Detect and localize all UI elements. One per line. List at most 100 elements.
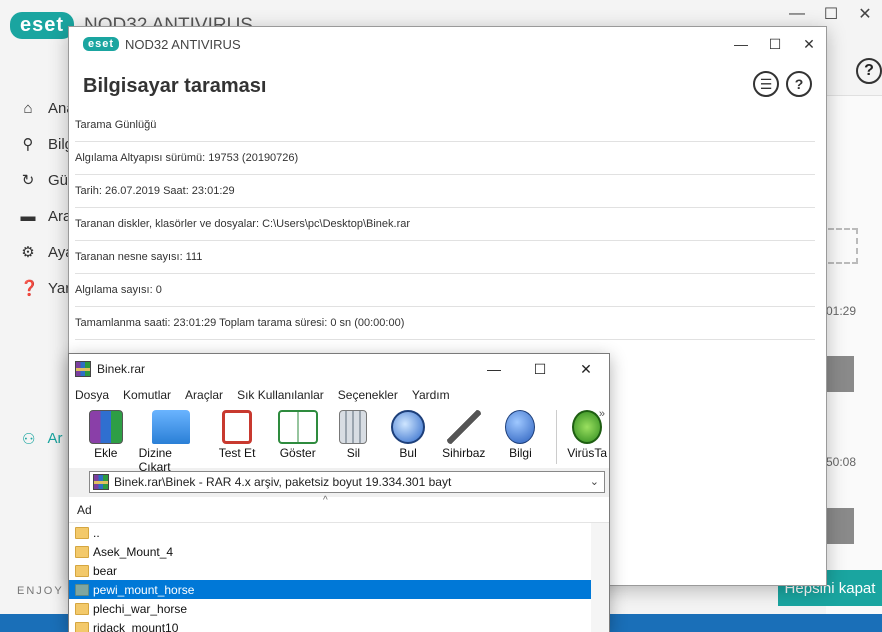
log-row: Tarama Günlüğü bbox=[75, 109, 815, 142]
eset-main-help-button[interactable]: ? bbox=[856, 58, 882, 84]
scan-time-2: 50:08 bbox=[826, 455, 857, 469]
list-view-icon[interactable]: ☰ bbox=[753, 71, 779, 97]
info-icon: ⚇ bbox=[22, 431, 36, 448]
sidebar-item-home[interactable]: ⌂ Ana bbox=[20, 90, 74, 126]
sidebar-item-footer[interactable]: ⚇ Ar bbox=[22, 430, 62, 448]
winrar-app-icon bbox=[75, 361, 91, 377]
trash-icon bbox=[339, 410, 368, 444]
log-row: Taranan nesne sayısı: 111 bbox=[75, 241, 815, 274]
add-archive-icon bbox=[88, 410, 123, 444]
sidebar-item-label: Ar bbox=[47, 430, 63, 447]
list-item-label: pewi_mount_horse bbox=[93, 582, 195, 597]
search-icon: ⚲ bbox=[22, 136, 34, 153]
column-header-name[interactable]: Ad ^ bbox=[69, 495, 609, 523]
toolbar-overflow-icon[interactable]: » bbox=[599, 408, 605, 420]
extract-folder-icon bbox=[152, 410, 191, 444]
sidebar-item-settings[interactable]: ⚙ Aya bbox=[20, 234, 75, 270]
gear-icon: ⚙ bbox=[21, 244, 35, 261]
scan-window-controls: — ☐ ✕ bbox=[724, 27, 826, 61]
toolbar-label: Bilgi bbox=[509, 446, 532, 460]
folder-icon bbox=[75, 545, 89, 558]
archive-path-dropdown[interactable]: Binek.rar\Binek - RAR 4.x arşiv, paketsi… bbox=[89, 471, 605, 493]
question-icon: ❓ bbox=[20, 280, 39, 297]
add-button[interactable]: Ekle bbox=[73, 410, 139, 460]
list-item[interactable]: bear bbox=[69, 561, 609, 580]
folder-icon bbox=[75, 526, 89, 539]
scan-maximize-button[interactable]: ☐ bbox=[758, 27, 792, 61]
menu-yardim[interactable]: Yardım bbox=[412, 388, 450, 402]
winrar-close-button[interactable]: ✕ bbox=[563, 354, 609, 384]
list-item[interactable]: Asek_Mount_4 bbox=[69, 542, 609, 561]
toolbar-label: Göster bbox=[279, 446, 316, 460]
home-icon: ⌂ bbox=[23, 99, 33, 117]
toolbar-label: Sihirbaz bbox=[442, 446, 486, 460]
list-item-label: .. bbox=[93, 525, 100, 540]
log-row: Taranan diskler, klasörler ve dosyalar: … bbox=[75, 208, 815, 241]
refresh-icon: ↻ bbox=[21, 172, 35, 189]
list-item-selected[interactable]: pewi_mount_horse bbox=[69, 580, 607, 599]
extract-button[interactable]: Dizine Çıkart bbox=[139, 410, 205, 474]
scan-minimize-button[interactable]: — bbox=[724, 27, 758, 61]
test-button[interactable]: Test Et bbox=[204, 410, 270, 460]
sidebar-item-label: Gü bbox=[48, 171, 69, 189]
winrar-window: Binek.rar — ☐ ✕ Dosya Komutlar Araçlar S… bbox=[68, 353, 610, 632]
list-item[interactable]: ridack_mount10 bbox=[69, 618, 609, 632]
sidebar-item-help[interactable]: ❓ Yar bbox=[20, 270, 75, 306]
winrar-pathbar: Binek.rar\Binek - RAR 4.x arşiv, paketsi… bbox=[69, 468, 609, 496]
dashed-drop-area bbox=[828, 228, 858, 264]
delete-button[interactable]: Sil bbox=[326, 410, 382, 460]
list-item-label: plechi_war_horse bbox=[93, 601, 188, 616]
winrar-maximize-button[interactable]: ☐ bbox=[517, 354, 563, 384]
menu-dosya[interactable]: Dosya bbox=[75, 388, 109, 402]
scan-time-1: 01:29 bbox=[826, 304, 857, 318]
scan-action-button-2[interactable] bbox=[826, 508, 854, 544]
menu-secenekler[interactable]: Seçenekler bbox=[338, 388, 398, 402]
folder-icon bbox=[75, 564, 89, 577]
log-row: Algılama sayısı: 0 bbox=[75, 274, 815, 307]
log-row: Algılama Altyapısı sürümü: 19753 (201907… bbox=[75, 142, 815, 175]
menu-araclar[interactable]: Araçlar bbox=[185, 388, 223, 402]
toolbar-label: Test Et bbox=[218, 446, 256, 460]
folder-icon bbox=[75, 621, 89, 632]
winrar-toolbar: Ekle Dizine Çıkart Test Et Göster Sil Bu… bbox=[69, 406, 609, 474]
eset-logo: eset bbox=[83, 37, 120, 51]
menu-sik-kullanilanlar[interactable]: Sık Kullanılanlar bbox=[237, 388, 324, 402]
eset-main-close-button[interactable]: ✕ bbox=[848, 0, 882, 28]
sidebar-item-tools[interactable]: ▬ Ara bbox=[20, 198, 75, 234]
list-item[interactable]: plechi_war_horse bbox=[69, 599, 609, 618]
scan-close-button[interactable]: ✕ bbox=[792, 27, 826, 61]
sidebar-item-update[interactable]: ↻ Gü bbox=[20, 162, 75, 198]
toolbar-label: Bul bbox=[399, 446, 417, 460]
winrar-window-controls: — ☐ ✕ bbox=[471, 354, 609, 384]
eset-main-maximize-button[interactable]: ☐ bbox=[814, 0, 848, 28]
list-item-label: Asek_Mount_4 bbox=[93, 544, 174, 559]
list-item[interactable]: .. bbox=[69, 523, 609, 542]
scan-action-button-1[interactable] bbox=[826, 356, 854, 392]
find-button[interactable]: Bul bbox=[381, 410, 435, 460]
wizard-wand-icon bbox=[446, 410, 481, 444]
eset-main-minimize-button[interactable]: — bbox=[780, 0, 814, 28]
scan-window-titlebar[interactable]: eset NOD32 ANTIVIRUS bbox=[69, 27, 826, 61]
list-item-label: ridack_mount10 bbox=[93, 620, 179, 632]
help-button[interactable]: ? bbox=[786, 71, 812, 97]
column-header-label: Ad bbox=[77, 502, 92, 517]
winrar-minimize-button[interactable]: — bbox=[471, 354, 517, 384]
file-list-scrollbar[interactable] bbox=[591, 523, 609, 632]
toolbar-label: VirüsTa bbox=[567, 446, 608, 460]
eset-logo: eset bbox=[10, 12, 75, 39]
eset-main-sidebar: ⌂ Ana ⚲ Bilg ↻ Gü ▬ Ara ⚙ Aya ❓ Yar bbox=[20, 90, 75, 306]
chevron-down-icon[interactable]: ⌄ bbox=[590, 475, 599, 488]
sort-arrow-icon: ^ bbox=[323, 495, 328, 506]
virus-scan-icon bbox=[572, 410, 603, 444]
toolbar-label: Ekle bbox=[94, 446, 118, 460]
folder-icon bbox=[75, 583, 89, 596]
winrar-title: Binek.rar bbox=[97, 362, 146, 376]
wizard-button[interactable]: Sihirbaz bbox=[435, 410, 493, 460]
view-button[interactable]: Göster bbox=[270, 410, 326, 460]
menu-komutlar[interactable]: Komutlar bbox=[123, 388, 171, 402]
list-item-label: bear bbox=[93, 563, 118, 578]
info-button[interactable]: Bilgi bbox=[493, 410, 549, 460]
log-row: Tarih: 26.07.2019 Saat: 23:01:29 bbox=[75, 175, 815, 208]
log-row: Tamamlanma saati: 23:01:29 Toplam tarama… bbox=[75, 307, 815, 340]
sidebar-item-scan[interactable]: ⚲ Bilg bbox=[20, 126, 75, 162]
